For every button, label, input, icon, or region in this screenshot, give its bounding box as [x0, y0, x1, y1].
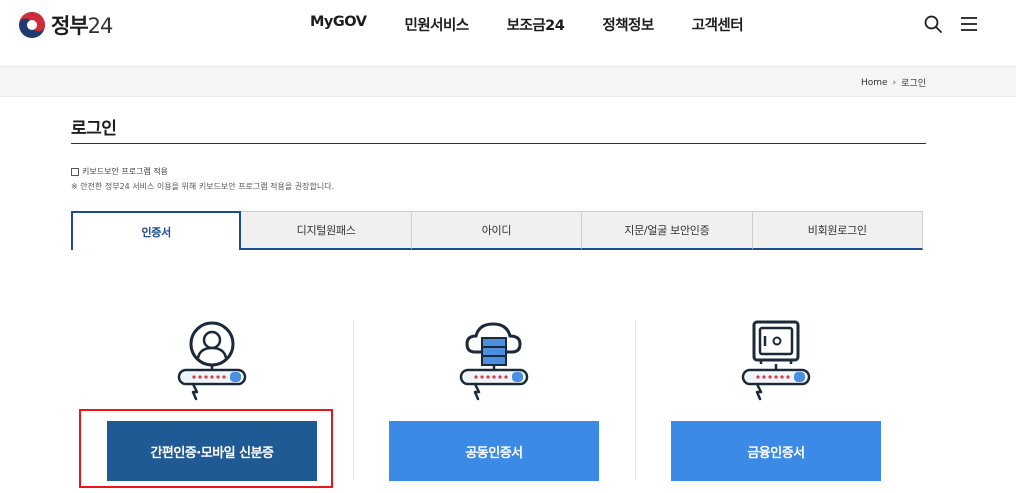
logo-text: 정부24 — [51, 14, 113, 38]
site-logo[interactable]: 정부24 — [18, 10, 113, 40]
breadcrumb-home[interactable]: Home — [861, 78, 888, 88]
nav-policy-info[interactable]: 정책정보 — [602, 14, 654, 35]
joint-certificate-button[interactable]: 공동인증서 — [389, 421, 599, 481]
login-method-tabs: 인증서 디지털원패스 아이디 지문/얼굴 보안인증 비회원로그인 — [71, 211, 923, 250]
keyboard-security-checkbox[interactable] — [71, 167, 79, 176]
keyboard-security-label[interactable]: 키보드보안 프로그램 적용 — [82, 166, 168, 177]
page-title: 로그인 — [71, 119, 117, 139]
safe-certificate-icon — [731, 318, 821, 403]
site-header: 정부24 MyGOV 민원서비스 보조금24 정책정보 고객센터 — [0, 0, 1016, 66]
breadcrumb-bar: Home › 로그인 — [0, 66, 1016, 97]
tab-id[interactable]: 아이디 — [411, 211, 583, 250]
taegeuk-logo-icon — [19, 12, 45, 38]
keyboard-security-note: ※ 안전한 정부24 서비스 이용을 위해 키보드보안 프로그램 적용을 권장합… — [71, 182, 335, 191]
nav-civil-services[interactable]: 민원서비스 — [404, 14, 469, 35]
simple-auth-mobile-id-button[interactable]: 간편인증·모바일 신분증 — [107, 421, 317, 481]
tab-biometric-auth[interactable]: 지문/얼굴 보안인증 — [582, 211, 753, 250]
nav-customer-center[interactable]: 고객센터 — [692, 14, 744, 35]
financial-certificate-button[interactable]: 금융인증서 — [671, 421, 881, 481]
breadcrumb: Home › 로그인 — [861, 76, 926, 90]
keyboard-security-option[interactable]: 키보드보안 프로그램 적용 — [71, 166, 168, 177]
title-divider — [71, 143, 926, 144]
nav-mygov[interactable]: MyGOV — [310, 14, 367, 35]
main-navigation: MyGOV 민원서비스 보조금24 정책정보 고객센터 — [310, 14, 744, 35]
hamburger-menu-icon[interactable] — [959, 14, 979, 34]
search-icon[interactable] — [923, 14, 943, 34]
card-divider — [353, 320, 354, 480]
card-divider — [635, 320, 636, 480]
person-certificate-icon — [167, 318, 257, 403]
breadcrumb-separator: › — [892, 77, 897, 88]
tab-guest-login[interactable]: 비회원로그인 — [752, 211, 923, 250]
tab-certificate[interactable]: 인증서 — [71, 211, 242, 250]
tab-digital-onepass[interactable]: 디지털원패스 — [241, 211, 412, 250]
cloud-server-certificate-icon — [449, 318, 539, 403]
breadcrumb-current: 로그인 — [901, 79, 926, 89]
nav-subsidy24[interactable]: 보조금24 — [507, 14, 565, 35]
